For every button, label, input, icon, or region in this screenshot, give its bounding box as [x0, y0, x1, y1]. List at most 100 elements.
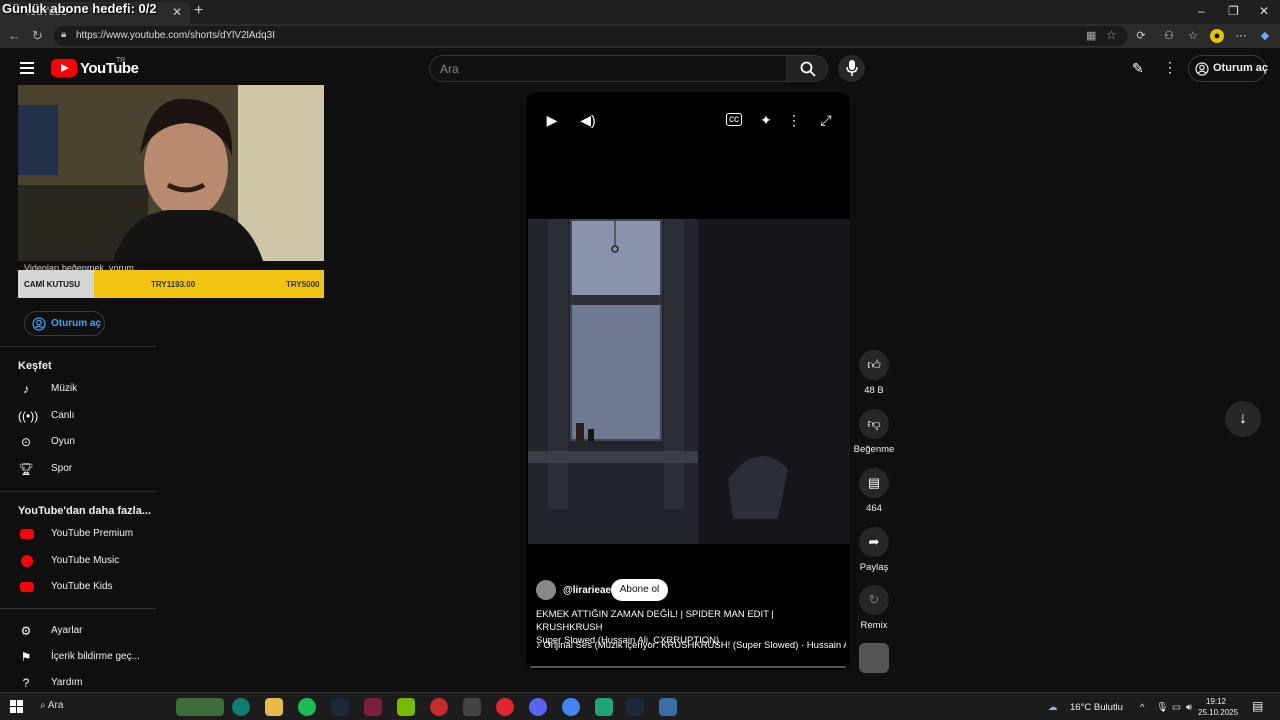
copilot-icon[interactable]: ◆ — [1258, 29, 1272, 43]
create-icon[interactable]: ✎ — [1132, 60, 1144, 77]
notification-icon[interactable]: ▤ — [1252, 699, 1263, 713]
tab-close-icon[interactable]: ✕ — [172, 5, 182, 19]
webcam-overlay — [18, 85, 324, 261]
file-explorer-icon[interactable] — [265, 698, 283, 716]
sidebar-divider — [0, 491, 156, 492]
volume-icon[interactable]: 🔊︎ — [1186, 702, 1192, 713]
stream-overlay-text: Günlük abone hedefi: 0/2 — [2, 1, 157, 16]
profile-icon[interactable]: ⚇ — [1162, 29, 1176, 43]
voice-search-button[interactable] — [838, 55, 865, 82]
sidebar-item-youtube-kids[interactable]: YouTube Kids — [0, 574, 156, 600]
donation-label: CAMİ KUTUSU — [18, 270, 94, 298]
network-icon[interactable]: ▭ — [1172, 702, 1181, 713]
share-action[interactable]: ➦ Paylaş — [856, 527, 892, 573]
app-icon[interactable] — [463, 698, 481, 716]
next-short-button[interactable]: ↓ — [1225, 401, 1261, 437]
sidebar-signin-button[interactable]: Oturum aç — [24, 311, 105, 336]
star-icon[interactable]: ☆ — [1106, 28, 1117, 42]
discord-icon[interactable] — [529, 698, 547, 716]
sidebar-item-settings[interactable]: ⚙ Ayarlar — [0, 618, 156, 644]
remix-icon[interactable]: ↻ — [859, 585, 889, 615]
sidebar-item-label: Yardım — [51, 677, 83, 688]
spotify-icon[interactable] — [298, 698, 316, 716]
new-tab-icon[interactable]: + — [194, 2, 203, 20]
steam-icon[interactable] — [331, 698, 349, 716]
sound-thumbnail[interactable] — [859, 643, 889, 673]
more-from-youtube-title: YouTube'dan daha fazla... — [18, 505, 151, 517]
sidebar-item-live[interactable]: ((•)) Canlı — [0, 403, 156, 429]
taskbar-search-label: Ara — [47, 700, 64, 711]
sidebar-item-label: Ayarlar — [51, 625, 83, 636]
sidebar-item-youtube-music[interactable]: YouTube Music — [0, 548, 156, 574]
app-icon[interactable] — [430, 698, 448, 716]
remix-action[interactable]: ↻ Remix — [856, 585, 892, 631]
video-frame — [528, 219, 850, 544]
browser-extension-icon[interactable]: ● — [1210, 29, 1224, 43]
more-menu-icon[interactable]: ⋯ — [1234, 29, 1248, 43]
comment-icon[interactable]: ▤ — [859, 468, 889, 498]
youtube-wordmark[interactable]: YouTube — [80, 60, 139, 77]
more-options-icon[interactable]: ⋮ — [1163, 59, 1177, 76]
sidebar-item-label: Spor — [51, 463, 73, 474]
sidebar-item-youtube-premium[interactable]: YouTube Premium — [0, 521, 156, 547]
nvidia-icon[interactable] — [397, 698, 415, 716]
captions-icon[interactable]: cc — [726, 113, 742, 126]
channel-avatar[interactable] — [536, 580, 556, 600]
extension-icon[interactable]: ⟳ — [1134, 29, 1148, 43]
taskbar-search[interactable]: ⌕ Ara — [40, 700, 63, 711]
fullscreen-icon[interactable]: ⤢ — [816, 110, 836, 130]
search-input[interactable]: Ara — [429, 55, 787, 82]
windows-start-icon[interactable] — [10, 700, 23, 713]
play-icon[interactable]: ▶ — [542, 110, 562, 130]
audio-track[interactable]: ♪ Orijinal Ses (Müzik içeriyor: KRUSHKRU… — [536, 640, 846, 651]
url-text: https://www.youtube.com/shorts/dYlV2lAdq… — [76, 30, 275, 41]
signin-label: Oturum aç — [1213, 62, 1269, 74]
dislike-action[interactable]: 👎︎ Beğenme — [854, 409, 894, 455]
sidebar-item-gaming[interactable]: ⊙ Oyun — [0, 429, 156, 455]
favorites-icon[interactable]: ☆ — [1186, 29, 1200, 43]
more-options-icon[interactable]: ⋮ — [784, 110, 804, 130]
subscribe-button[interactable]: Abone ol — [611, 579, 668, 601]
share-icon[interactable]: ➦ — [859, 527, 889, 557]
tray-chevron-icon[interactable]: ^ — [1140, 702, 1144, 713]
widget-icon[interactable] — [176, 698, 224, 716]
app-icon[interactable] — [364, 698, 382, 716]
thumbs-up-icon[interactable]: 👍︎ — [859, 350, 889, 380]
search-button[interactable] — [786, 55, 828, 82]
menu-icon[interactable] — [20, 62, 34, 74]
back-icon[interactable]: ← — [8, 28, 21, 43]
progress-bar[interactable] — [530, 666, 846, 668]
thumbs-down-icon[interactable]: 👎︎ — [859, 409, 889, 439]
close-window-icon[interactable]: ✕ — [1259, 4, 1269, 18]
refresh-icon[interactable]: ↻ — [32, 28, 43, 44]
weather-text[interactable]: 16°C Bulutlu — [1070, 702, 1123, 713]
search-icon — [800, 61, 816, 77]
like-action[interactable]: 👍︎ 48 B — [856, 350, 892, 396]
steam-icon[interactable] — [626, 698, 644, 716]
signin-button[interactable]: Oturum aç — [1188, 55, 1269, 82]
system-clock[interactable]: 19:12 25.10.2025 — [1198, 696, 1238, 718]
volume-icon[interactable]: ◀) — [578, 110, 598, 130]
sparkle-icon[interactable]: ✦ — [756, 110, 776, 130]
shorts-player[interactable]: ▶ ◀) cc ✦ ⋮ ⤢ @lirarieae Abone ol EKMEK … — [526, 92, 850, 670]
account-icon — [1195, 62, 1209, 76]
sidebar-item-sports[interactable]: 🏆︎ Spor — [0, 456, 156, 482]
reader-icon[interactable]: ▦ — [1086, 29, 1096, 42]
sidebar-item-report-history[interactable]: ⚑ İçerik bildirme geç... — [0, 644, 156, 670]
edge-browser-icon[interactable] — [232, 698, 250, 716]
sidebar-item-music[interactable]: ♪ Müzik — [0, 376, 156, 402]
app-icon[interactable] — [595, 698, 613, 716]
youtube-logo-icon[interactable] — [51, 59, 77, 77]
minimize-icon[interactable]: – — [1198, 4, 1205, 18]
region-code: TR — [116, 57, 126, 64]
channel-name[interactable]: @lirarieae — [563, 585, 611, 596]
microphone-icon[interactable]: 🎙︎ — [1156, 702, 1168, 713]
opera-icon[interactable] — [496, 698, 514, 716]
app-icon[interactable] — [659, 698, 677, 716]
youtube-premium-icon — [20, 529, 34, 539]
maximize-icon[interactable]: ❐ — [1228, 4, 1239, 18]
address-bar[interactable]: 🔒︎ https://www.youtube.com/shorts/dYlV2l… — [54, 26, 1128, 46]
sound-avatar[interactable] — [856, 643, 892, 673]
comments-action[interactable]: ▤ 464 — [856, 468, 892, 514]
chrome-icon[interactable] — [562, 698, 580, 716]
